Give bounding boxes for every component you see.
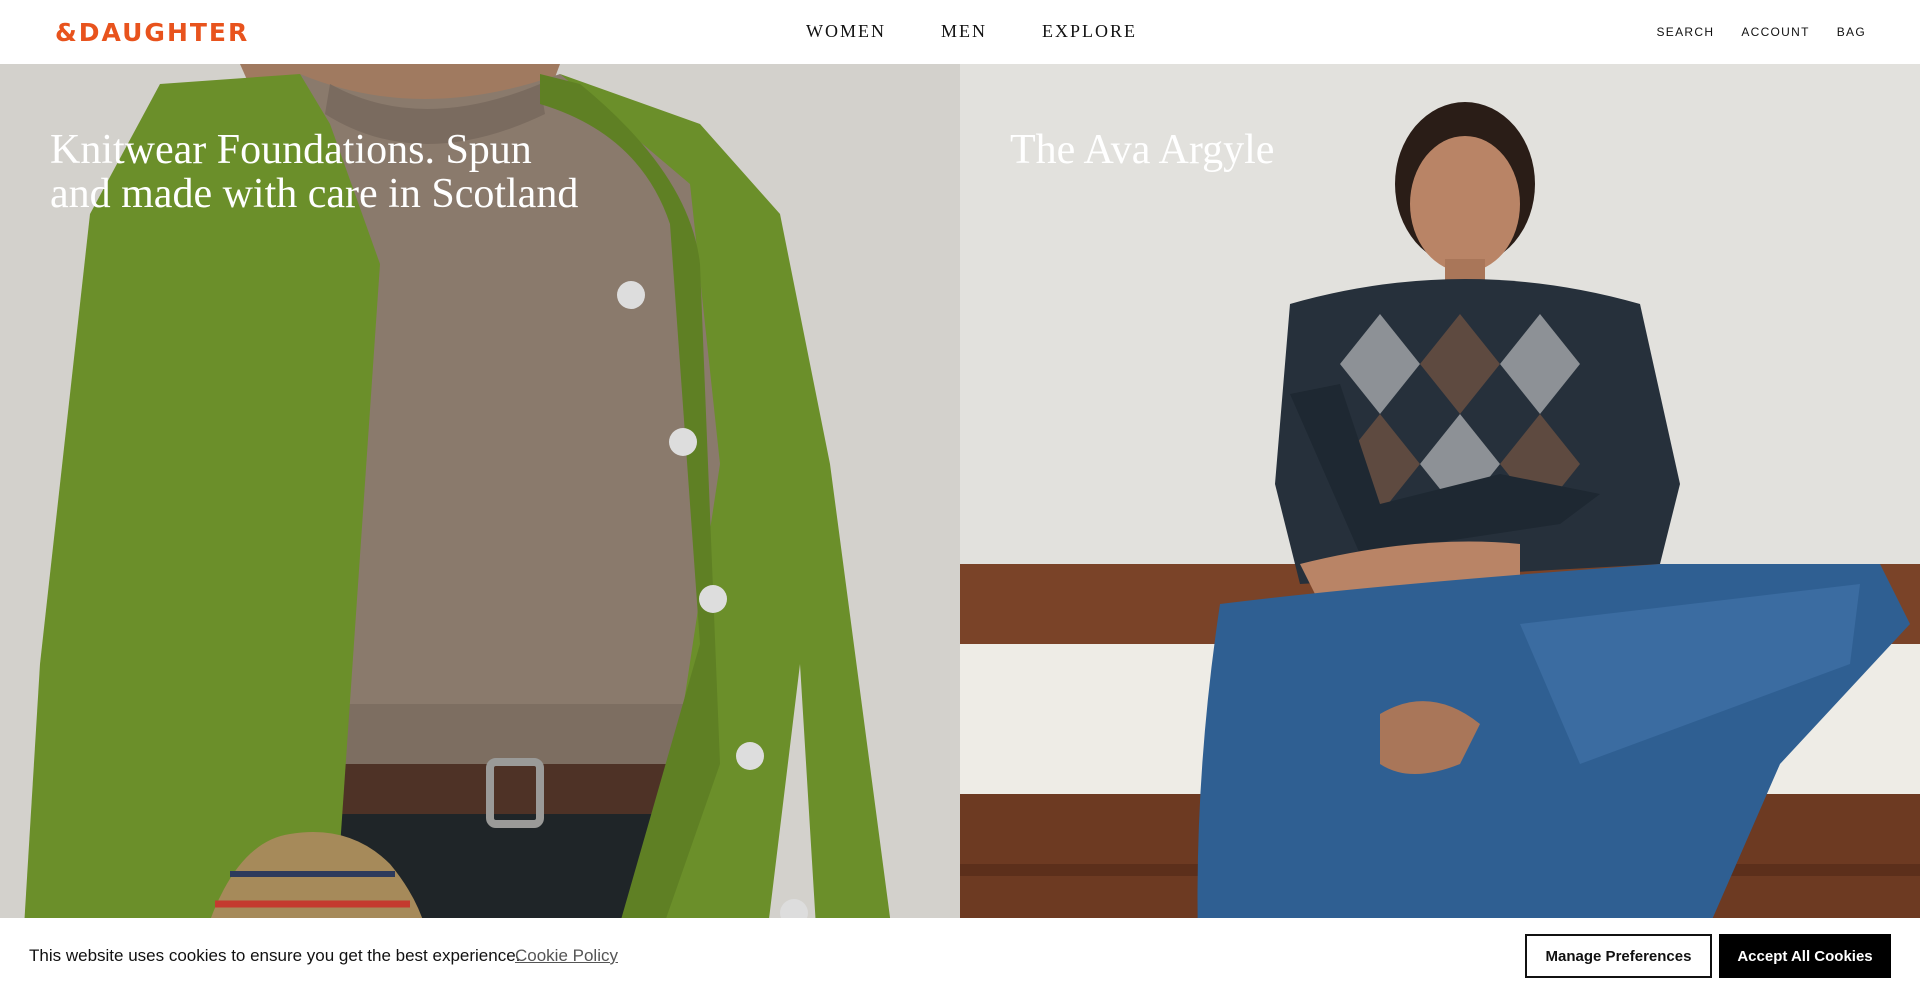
search-link[interactable]: SEARCH [1657, 25, 1715, 39]
main-nav: WOMEN MEN EXPLORE [806, 21, 1137, 42]
account-link[interactable]: ACCOUNT [1741, 25, 1809, 39]
hero-title-line-1: Knitwear Foundations. Spun [50, 127, 532, 173]
hero-title-knitwear: Knitwear Foundations. Spun and made with… [50, 128, 650, 216]
hero-title-line-2: and made with care in Scotland [50, 171, 579, 217]
bag-link[interactable]: BAG [1837, 25, 1866, 39]
accept-all-cookies-button[interactable]: Accept All Cookies [1719, 934, 1891, 978]
cookie-policy-link[interactable]: Cookie Policy [515, 946, 618, 966]
site-header: &DAUGHTER WOMEN MEN EXPLORE SEARCH ACCOU… [0, 0, 1920, 64]
hero-title-ava-argyle: The Ava Argyle [1010, 127, 1275, 173]
brand-logo[interactable]: &DAUGHTER [55, 18, 249, 47]
hero-ava-argyle[interactable]: The Ava Argyle [960, 64, 1920, 993]
nav-explore[interactable]: EXPLORE [1042, 21, 1137, 42]
hero-knitwear[interactable]: Knitwear Foundations. Spun and made with… [0, 64, 960, 993]
manage-preferences-button[interactable]: Manage Preferences [1525, 934, 1712, 978]
nav-women[interactable]: WOMEN [806, 21, 886, 42]
nav-men[interactable]: MEN [941, 21, 987, 42]
argyle-image [960, 64, 1920, 993]
cookie-banner: This website uses cookies to ensure you … [0, 918, 1920, 993]
utility-nav: SEARCH ACCOUNT BAG [1630, 25, 1867, 39]
cookie-message: This website uses cookies to ensure you … [29, 946, 521, 965]
